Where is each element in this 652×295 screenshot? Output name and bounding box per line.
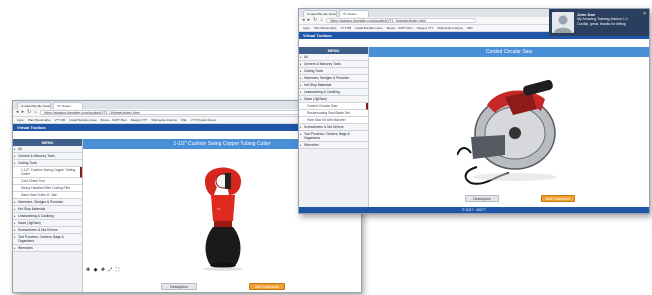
bookmark-link[interactable]: Wiki — [181, 118, 187, 122]
forward-arrow-icon[interactable]: ▸ — [308, 18, 311, 23]
bookmark-link[interactable]: VTT Product Demo — [191, 118, 217, 122]
bookmark-link[interactable]: Install Bundles Issue — [355, 26, 383, 30]
sidebar-item[interactable]: Tool Pouches, Carriers, Bags & Organizer… — [13, 234, 82, 245]
profile-line: Cordial, great, thanks for letting — [577, 21, 626, 26]
sidebar-item[interactable]: Cement & Masonry Tools — [299, 61, 368, 68]
sidebar-list: AllCement & Masonry ToolsCutting Tools1-… — [13, 146, 82, 252]
bookmark-link[interactable]: VTT DB — [55, 118, 66, 122]
sidebar-subitem[interactable]: Hand Saw Cutter 6" Jaw — [13, 192, 82, 199]
model-controls[interactable]: ✚ ◆ ✚ ⤢ ⛶ — [86, 267, 120, 273]
sidebar-item[interactable]: Hammers, Sledges & Punches — [299, 75, 368, 82]
description-button[interactable]: Description — [161, 283, 197, 290]
url-input[interactable]: https://staging.thevtsite.com/curated/VT… — [326, 18, 477, 23]
footer: © 2017 · MSTT — [299, 207, 649, 213]
sidebar-subitem[interactable]: Reciprocating Saw Blade Set — [299, 110, 368, 117]
bookmark-link[interactable]: Staging VTT — [417, 26, 434, 30]
sidebar-subitem[interactable]: Corded Circular Saw — [299, 103, 368, 110]
bookmark-link[interactable]: Staging VTT — [131, 118, 148, 122]
reload-icon[interactable]: ↻ — [27, 110, 31, 115]
svg-text:~: ~ — [217, 207, 221, 213]
bookmark-link[interactable]: Install Bundles Issue — [69, 118, 97, 122]
bookmark-link[interactable]: Apps — [17, 118, 24, 122]
sidebar-item[interactable]: All — [299, 54, 368, 61]
back-arrow-icon[interactable]: ◂ — [16, 110, 19, 115]
circular-saw-image — [457, 79, 557, 185]
bookmark-link[interactable]: Wiki — [467, 26, 473, 30]
bookmark-link[interactable]: Plant Bookmarks — [314, 26, 337, 30]
profile-text: John Doe My Amazing Training Advisor 1.1… — [577, 12, 646, 33]
sidebar-item[interactable]: Cutting Tools — [299, 68, 368, 75]
browser-tab[interactable]: Curated Bundle Viewer - Job — [303, 10, 337, 17]
sidebar-subitem[interactable]: Cold Chisel Tool — [13, 178, 82, 185]
avatar — [552, 12, 574, 33]
back-arrow-icon[interactable]: ◂ — [302, 18, 305, 23]
home-icon[interactable]: ⌂ — [34, 110, 37, 115]
sidebar-subitem[interactable]: 1-1/2" Cushion Swing Copper Tubing Cutte… — [13, 167, 82, 178]
page-title: Corded Circular Saw — [369, 47, 649, 57]
front-browser-window: Curated Bundle Viewer - Job VT Viewer ◂ … — [298, 8, 650, 214]
bookmark-link[interactable]: VTT DB — [341, 26, 352, 30]
description-button[interactable]: Description — [465, 195, 499, 202]
sidebar-item[interactable]: Screwdrivers & Nut Drivers — [299, 124, 368, 131]
forward-arrow-icon[interactable]: ▸ — [22, 110, 25, 115]
bookmark-link[interactable]: Apps — [303, 26, 310, 30]
add-equipment-button[interactable]: Add Equipment — [541, 195, 575, 202]
sidebar-item[interactable]: Screwdrivers & Nut Drivers — [13, 227, 82, 234]
add-equipment-button[interactable]: Add Equipment — [249, 283, 285, 290]
sidebar-item[interactable]: Hammers, Sledges & Punches — [13, 199, 82, 206]
sidebar-item[interactable]: Hot Stop Materials — [13, 206, 82, 213]
close-icon[interactable]: × — [643, 11, 646, 17]
sidebar-item[interactable]: Wrenches — [299, 142, 368, 149]
sidebar-subitem[interactable]: Hole Saw Kit with Mandrel — [299, 117, 368, 124]
sidebar-item[interactable]: Saws (Jig/Saw) — [299, 96, 368, 103]
sidebar-item[interactable]: Leadworking & Caulking — [13, 213, 82, 220]
browser-tab[interactable]: Curated Bundle Viewer - Job — [17, 102, 51, 109]
bookmark-link[interactable]: Wikimedia Analysis — [151, 118, 177, 122]
sidebar-header: MENU — [299, 47, 368, 54]
bookmark-link[interactable]: Bouse - SUPT Plan — [101, 118, 127, 122]
sidebar-menu: MENU AllCement & Masonry ToolsCutting To… — [299, 47, 369, 207]
browser-tab-active[interactable]: VT Viewer — [339, 10, 369, 17]
bookmark-link[interactable]: Wikimedia Analysis — [437, 26, 463, 30]
sidebar-item[interactable]: Tool Pouches, Carriers, Bags & Organizer… — [299, 131, 368, 142]
sidebar-menu: MENU AllCement & Masonry ToolsCutting To… — [13, 139, 83, 292]
sidebar-item[interactable]: Wrenches — [13, 245, 82, 252]
profile-popup[interactable]: John Doe My Amazing Training Advisor 1.1… — [549, 9, 649, 36]
sidebar-item[interactable]: Leadworking & Caulking — [299, 89, 368, 96]
sidebar-item[interactable]: Cement & Masonry Tools — [13, 153, 82, 160]
user-silhouette-icon — [554, 15, 572, 33]
sidebar-header: MENU — [13, 139, 82, 146]
browser-tab-active[interactable]: VT Viewer — [53, 102, 83, 109]
sidebar-item[interactable]: Saws (Jig/Saw) — [13, 220, 82, 227]
main-panel: Corded Circular Saw Description Add Equi… — [369, 47, 649, 207]
bookmark-link[interactable]: Plant Bookmarks — [28, 118, 51, 122]
sidebar-item[interactable]: All — [13, 146, 82, 153]
sidebar-list: AllCement & Masonry ToolsCutting ToolsHa… — [299, 54, 368, 149]
sidebar-subitem[interactable]: Heavy Handled Wire Cutting Plier — [13, 185, 82, 192]
tubing-cutter-image: ~ — [203, 167, 243, 271]
reload-icon[interactable]: ↻ — [313, 18, 317, 23]
sidebar-item[interactable]: Hot Stop Materials — [299, 82, 368, 89]
bookmark-link[interactable]: Bouse - SUPT Plan — [387, 26, 413, 30]
sidebar-item[interactable]: Cutting Tools — [13, 160, 82, 167]
home-icon[interactable]: ⌂ — [320, 18, 323, 23]
